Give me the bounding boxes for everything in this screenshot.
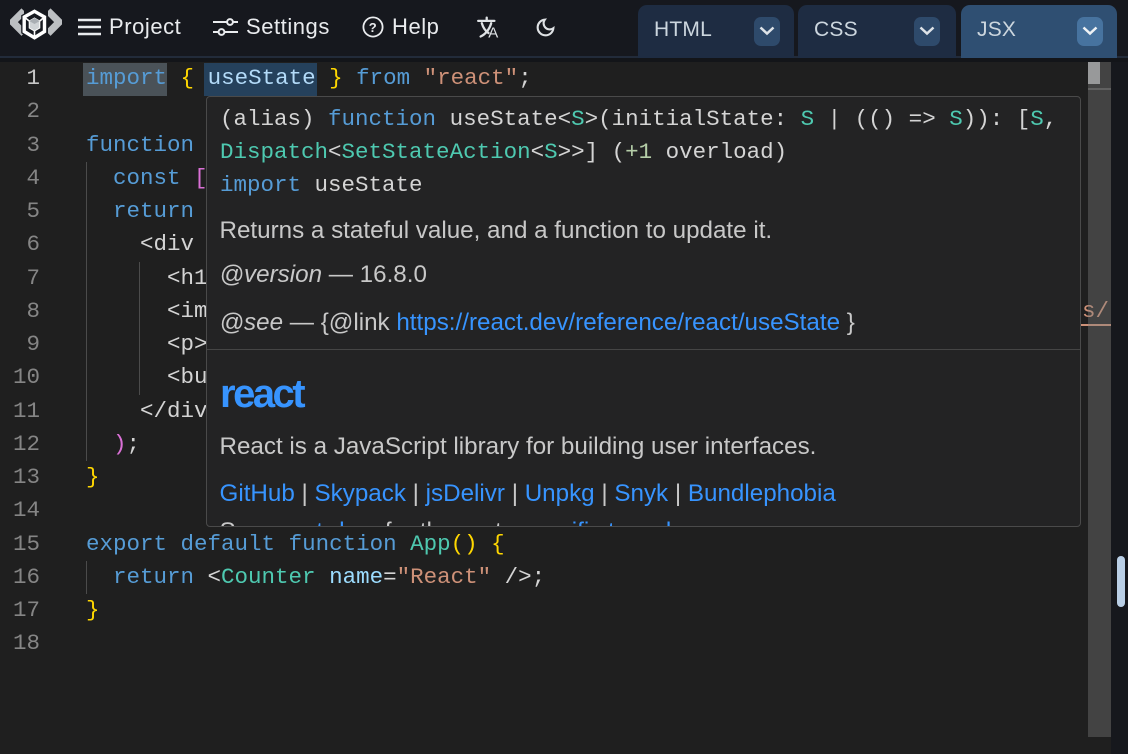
svg-text:?: ? xyxy=(369,20,378,35)
svg-text:A: A xyxy=(488,24,498,39)
